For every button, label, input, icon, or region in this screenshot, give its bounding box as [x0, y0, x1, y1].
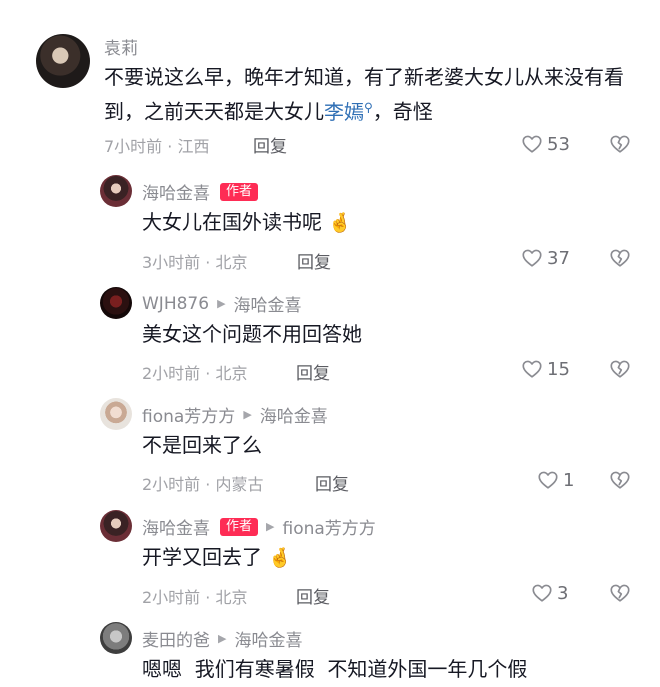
comment-text: 大女儿在国外读书呢 🤞 — [142, 207, 352, 238]
comment-text: 开学又回去了 🤞 — [142, 542, 292, 573]
comment-text-part: ，奇怪 — [372, 99, 433, 124]
comment-text: 美女这个问题不用回答她 — [142, 322, 362, 346]
like-count: 15 — [547, 358, 570, 380]
comment-text: 嗯嗯 我们有寒暑假 不知道外国一年几个假 — [142, 657, 528, 681]
name-text: 海哈金喜 — [142, 519, 210, 539]
reply-button[interactable]: 回复 — [296, 583, 330, 608]
mention-link[interactable]: 李嫣⚲ — [324, 100, 373, 124]
broken-heart-icon[interactable] — [609, 358, 631, 380]
avatar[interactable] — [36, 34, 90, 88]
heart-outline-icon — [521, 133, 543, 155]
commenter-name[interactable]: 袁莉 — [104, 34, 138, 59]
triangle-right-icon: ▶ — [243, 408, 252, 421]
reply-button[interactable]: 回复 — [296, 359, 330, 384]
triangle-right-icon: ▶ — [218, 632, 227, 645]
like-button[interactable]: 3 — [531, 582, 568, 604]
like-count: 37 — [547, 247, 570, 269]
name-text: fiona芳方方 — [142, 407, 236, 427]
avatar[interactable] — [100, 287, 132, 319]
author-badge: 作者 — [220, 182, 259, 201]
time-location: 2小时前 · 北京 — [142, 364, 248, 383]
commenter-name[interactable]: 海哈金喜 作者 — [142, 179, 259, 204]
like-button[interactable]: 15 — [521, 358, 570, 380]
reply-target-name: 海哈金喜 — [233, 296, 302, 316]
reply-target-name: 海哈金喜 — [259, 407, 328, 427]
author-badge: 作者 — [220, 517, 259, 536]
like-count: 53 — [547, 133, 570, 155]
commenter-name[interactable]: 海哈金喜 作者 ▶ fiona芳方方 — [142, 514, 376, 539]
avatar[interactable] — [100, 175, 132, 207]
heart-outline-icon — [521, 247, 543, 269]
time-location: 2小时前 · 北京 — [142, 588, 248, 607]
reply-button[interactable]: 回复 — [297, 248, 331, 273]
mention-text: 李嫣 — [324, 99, 364, 124]
like-count: 1 — [563, 469, 575, 491]
comment-text: 不要说这么早，晚年才知道，有了新老婆大女儿从来没有看到，之前天天都是大女儿李嫣⚲… — [104, 62, 629, 127]
name-text: WJH876 — [142, 293, 210, 314]
time-location: 3小时前 · 北京 — [142, 253, 248, 272]
heart-outline-icon — [521, 358, 543, 380]
commenter-name[interactable]: 麦田的爸 ▶ 海哈金喜 — [142, 626, 302, 651]
triangle-right-icon: ▶ — [217, 297, 226, 310]
reply-target-name: 海哈金喜 — [234, 631, 303, 651]
commenter-name[interactable]: fiona芳方方 ▶ 海哈金喜 — [142, 402, 328, 427]
name-text: 袁莉 — [104, 39, 138, 59]
name-text: 海哈金喜 — [142, 184, 210, 204]
avatar[interactable] — [100, 622, 132, 654]
comment-text: 不是回来了么 — [142, 433, 262, 457]
broken-heart-icon[interactable] — [609, 469, 631, 491]
name-text: 麦田的爸 — [142, 631, 210, 651]
broken-heart-icon[interactable] — [609, 133, 631, 155]
like-button[interactable]: 1 — [537, 469, 574, 491]
reply-button[interactable]: 回复 — [315, 470, 349, 495]
triangle-right-icon: ▶ — [266, 520, 275, 533]
like-button[interactable]: 53 — [521, 133, 570, 155]
avatar[interactable] — [100, 398, 132, 430]
heart-outline-icon — [537, 469, 559, 491]
comment-text-part: 开学又回去了 — [142, 545, 262, 569]
commenter-name[interactable]: WJH876 ▶ 海哈金喜 — [142, 291, 302, 317]
comment-text-part: 大女儿在国外读书呢 — [142, 210, 322, 234]
reply-button[interactable]: 回复 — [253, 132, 287, 157]
broken-heart-icon[interactable] — [609, 247, 631, 269]
time-location: 7小时前 · 江西 — [104, 137, 210, 156]
avatar[interactable] — [100, 510, 132, 542]
heart-outline-icon — [531, 582, 553, 604]
crossed-fingers-emoji: 🤞 — [328, 212, 353, 234]
like-count: 3 — [557, 582, 569, 604]
time-location: 2小时前 · 内蒙古 — [142, 475, 264, 494]
reply-target-name: fiona芳方方 — [282, 519, 376, 539]
broken-heart-icon[interactable] — [609, 582, 631, 604]
like-button[interactable]: 37 — [521, 247, 570, 269]
crossed-fingers-emoji: 🤞 — [268, 547, 293, 569]
search-icon: ⚲ — [364, 100, 373, 114]
